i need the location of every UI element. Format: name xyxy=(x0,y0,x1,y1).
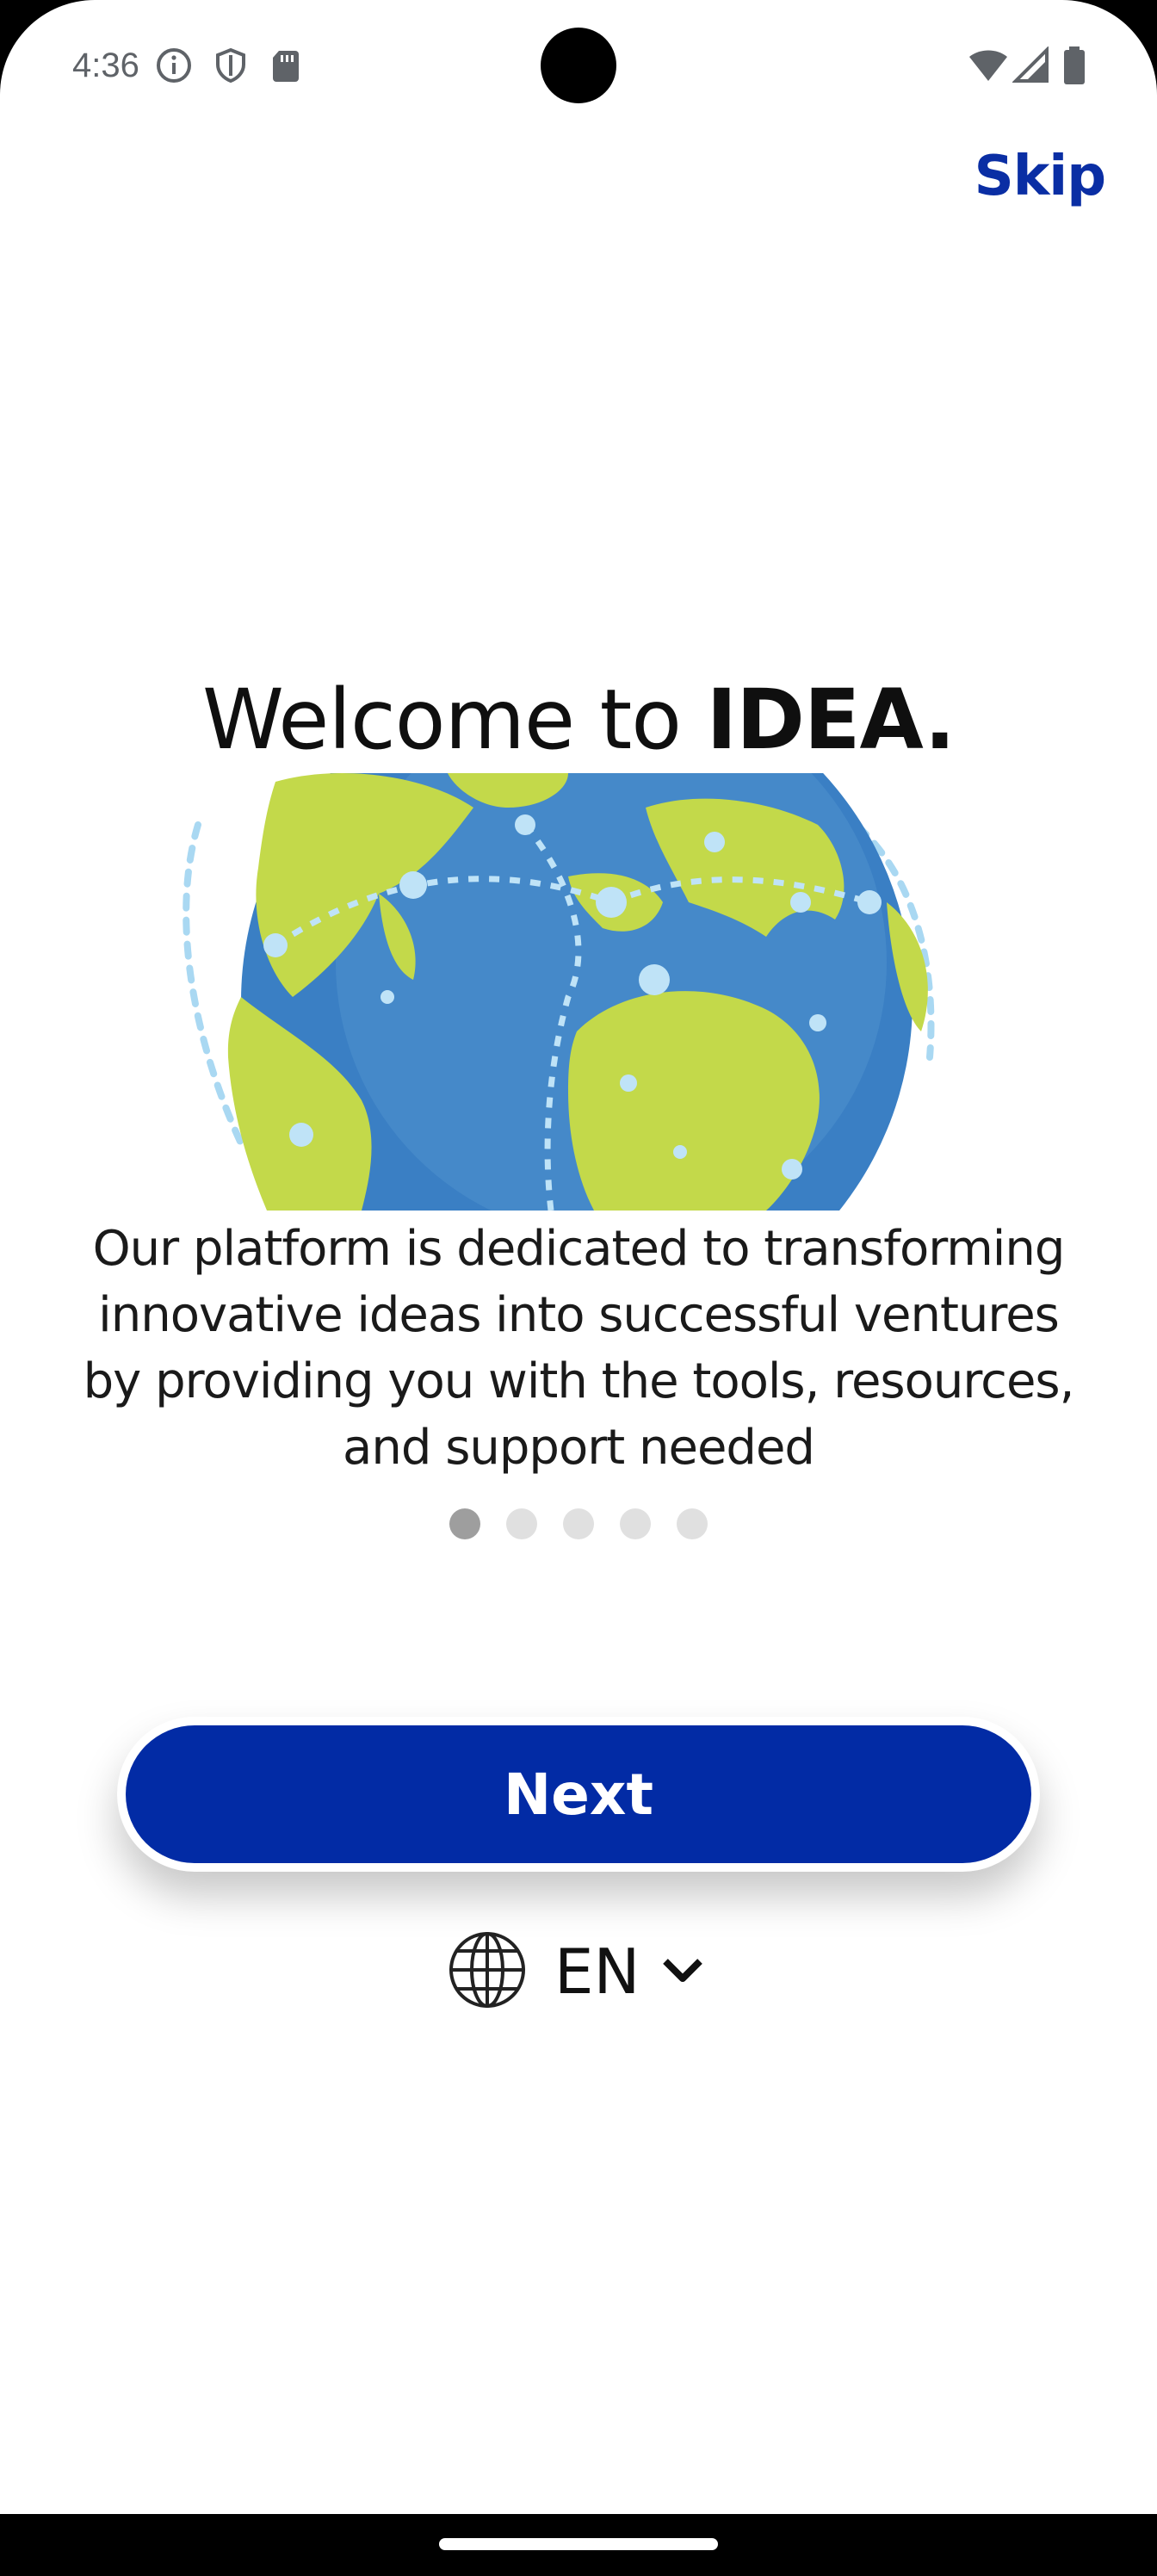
page-dot-4[interactable] xyxy=(620,1508,651,1539)
page-dot-5[interactable] xyxy=(677,1508,708,1539)
gesture-navigation-bar[interactable] xyxy=(439,2538,718,2550)
onboarding-description: Our platform is dedicated to transformin… xyxy=(83,1221,1075,1476)
language-label: EN xyxy=(554,1935,640,2008)
welcome-title: Welcome to IDEA. xyxy=(0,665,1157,775)
page-dot-3[interactable] xyxy=(563,1508,594,1539)
globe-illustration xyxy=(164,773,956,1211)
page-dot-2[interactable] xyxy=(506,1508,537,1539)
wifi-icon xyxy=(968,46,1009,84)
device-screen: 4:36 Skip Welcome to IDEA. Our platform … xyxy=(0,0,1157,2576)
language-selector[interactable]: EN xyxy=(448,1929,703,2015)
globe-icon xyxy=(448,1930,527,2013)
page-indicator xyxy=(0,1508,1157,1539)
welcome-title-prefix: Welcome to xyxy=(201,672,707,768)
battery-icon xyxy=(1062,46,1086,84)
brand-name: IDEA. xyxy=(706,672,956,768)
info-icon xyxy=(155,46,193,84)
next-button[interactable]: Next xyxy=(117,1717,1040,1872)
chevron-down-icon xyxy=(662,1956,703,1987)
shield-icon xyxy=(212,46,250,84)
page-dot-1[interactable] xyxy=(449,1508,480,1539)
next-button-label: Next xyxy=(126,1725,1031,1863)
sd-card-icon xyxy=(267,46,305,84)
signal-icon xyxy=(1012,46,1050,84)
skip-button[interactable]: Skip xyxy=(974,145,1106,208)
status-time: 4:36 xyxy=(72,46,139,84)
camera-cutout xyxy=(541,28,616,103)
onboarding-screen: 4:36 Skip Welcome to IDEA. Our platform … xyxy=(0,0,1157,2514)
status-bar: 4:36 xyxy=(0,0,1157,129)
